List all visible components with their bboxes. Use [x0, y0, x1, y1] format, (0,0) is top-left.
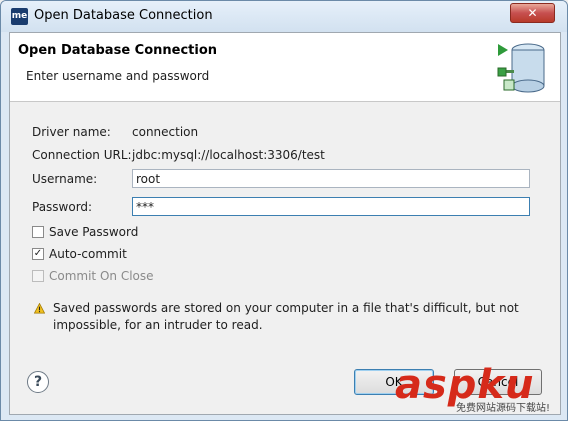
username-label: Username:	[32, 172, 98, 186]
checkbox-box[interactable]	[32, 226, 44, 238]
window-title: Open Database Connection	[34, 8, 213, 23]
password-label: Password:	[32, 200, 93, 214]
driver-value: connection	[132, 125, 199, 139]
password-field[interactable]: ***	[132, 197, 530, 216]
username-field[interactable]: root	[132, 169, 530, 188]
checkbox-box-disabled	[32, 270, 44, 282]
url-label: Connection URL:	[32, 148, 132, 162]
driver-label: Driver name:	[32, 125, 111, 139]
dialog-content: Open Database Connection Enter username …	[9, 32, 561, 415]
close-button[interactable]: ✕	[510, 3, 555, 23]
save-password-label: Save Password	[49, 225, 139, 239]
commit-on-close-checkbox: Commit On Close	[32, 269, 154, 283]
database-connect-icon	[497, 43, 545, 93]
url-value: jdbc:mysql://localhost:3306/test	[132, 148, 325, 162]
title-bar[interactable]: me Open Database Connection ✕	[1, 1, 567, 32]
dialog-header: Open Database Connection Enter username …	[10, 33, 560, 102]
checkbox-box-checked[interactable]: ✓	[32, 248, 44, 260]
dialog-window: me Open Database Connection ✕ Open Datab…	[0, 0, 568, 421]
save-password-checkbox[interactable]: Save Password	[32, 225, 138, 239]
warning-text: Saved passwords are stored on your compu…	[53, 301, 519, 332]
app-icon: me	[11, 8, 28, 25]
warning-icon	[34, 303, 45, 314]
auto-commit-label: Auto-commit	[49, 247, 127, 261]
commit-on-close-label: Commit On Close	[49, 269, 154, 283]
watermark-subtext: 免费网站源码下载站!	[456, 403, 551, 414]
header-subtitle: Enter username and password	[26, 69, 210, 83]
header-title: Open Database Connection	[18, 43, 218, 58]
help-button[interactable]: ?	[27, 371, 49, 393]
auto-commit-checkbox[interactable]: ✓ Auto-commit	[32, 247, 127, 261]
